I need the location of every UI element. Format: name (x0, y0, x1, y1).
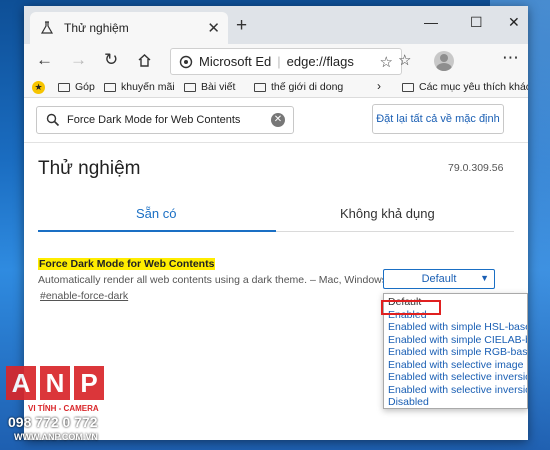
watermark-website: WWW.ANP.COM.VN (14, 432, 98, 442)
address-url: edge://flags (286, 54, 354, 69)
bookmark-star-icon: ★ (32, 81, 45, 94)
search-icon (46, 113, 60, 127)
maximize-button[interactable]: ☐ (470, 14, 483, 31)
favorites-list-icon[interactable]: ☆ (398, 51, 411, 69)
flask-icon (40, 21, 54, 34)
new-tab-button[interactable]: + (236, 15, 247, 37)
flag-state-select[interactable]: Default ▼ (383, 269, 495, 289)
edge-site-icon (179, 55, 193, 68)
profile-avatar[interactable] (434, 51, 454, 71)
window-close-button[interactable]: ✕ (508, 14, 520, 31)
watermark-letter: N (40, 366, 70, 400)
folder-icon (184, 82, 196, 92)
other-favorites[interactable]: Các mục yêu thích khác (402, 81, 528, 93)
watermark-letter: P (74, 366, 104, 400)
folder-icon (58, 82, 70, 92)
option-hsl[interactable]: Enabled with simple HSL-based inversion (388, 321, 527, 333)
minimize-button[interactable]: — (424, 14, 438, 30)
browser-tab[interactable]: Thử nghiệm ✕ (30, 12, 228, 44)
select-value: Default (421, 273, 457, 285)
page-title: Thử nghiệm (38, 158, 141, 179)
anp-watermark-logo: A N P VI TÍNH - CAMERA 098 772 0 772 WWW… (6, 366, 110, 446)
folder-icon (254, 82, 266, 92)
folder-icon (104, 82, 116, 92)
chevron-down-icon: ▼ (480, 273, 489, 283)
reset-all-button[interactable]: Đặt lại tất cả về mặc định (372, 104, 504, 134)
bookmark-item[interactable]: khuyến mãi (104, 81, 175, 93)
bookmark-item[interactable]: thế giới di dong (254, 81, 343, 93)
watermark-letter: A (6, 366, 36, 400)
flag-title: Force Dark Mode for Web Contents (38, 258, 216, 270)
option-everything-inversion[interactable]: Enabled with selective inversion of ever… (388, 384, 527, 396)
forward-arrow-icon[interactable]: → (70, 50, 87, 70)
address-site-label: Microsoft Ed (199, 54, 272, 69)
bookmark-star-item[interactable]: ★ (32, 81, 45, 94)
tab-unavailable[interactable]: Không khả dụng (340, 206, 435, 221)
navigation-bar: ← → ↻ Microsoft Ed | edge://flags ☆ ☆ ⋯ (24, 44, 528, 78)
option-image-inversion[interactable]: Enabled with selective image inversion (388, 359, 527, 371)
tab-close-icon[interactable]: ✕ (207, 19, 220, 37)
more-menu-icon[interactable]: ⋯ (502, 48, 519, 68)
option-non-image-inversion[interactable]: Enabled with selective inversion of non-… (388, 371, 527, 383)
folder-icon (402, 82, 414, 92)
flag-description: Automatically render all web contents us… (38, 274, 387, 286)
address-bar[interactable]: Microsoft Ed | edge://flags ☆ (170, 48, 402, 75)
clear-search-icon[interactable]: ✕ (271, 113, 285, 127)
favorites-bar: ★ Góp khuyến mãi Bài viết thế giới di do… (24, 78, 528, 98)
flags-tabs: Sẵn có Không khả dụng (38, 198, 514, 232)
tab-title: Thử nghiệm (64, 21, 129, 35)
active-tab-indicator (38, 230, 276, 232)
watermark-phone: 098 772 0 772 (8, 414, 98, 430)
refresh-icon[interactable]: ↻ (104, 50, 118, 70)
annotation-highlight-box (381, 300, 441, 315)
tab-available[interactable]: Sẵn có (136, 206, 176, 221)
watermark-tagline: VI TÍNH - CAMERA (28, 404, 99, 413)
favorite-star-icon[interactable]: ☆ (380, 53, 393, 71)
title-bar: Thử nghiệm ✕ + — ☐ ✕ (24, 6, 528, 44)
bookmark-item[interactable]: Góp (58, 81, 95, 93)
search-value: Force Dark Mode for Web Contents (67, 114, 241, 126)
address-separator: | (277, 54, 281, 69)
flag-anchor-link[interactable]: #enable-force-dark (40, 290, 128, 302)
bookmarks-overflow-chevron[interactable]: › (377, 79, 381, 93)
bookmark-item[interactable]: Bài viết (184, 81, 235, 93)
option-rgb[interactable]: Enabled with simple RGB-based inversion (388, 346, 527, 358)
back-arrow-icon[interactable]: ← (36, 50, 53, 70)
header-divider (24, 142, 528, 143)
version-label: 79.0.309.56 (448, 162, 504, 174)
flags-search-input[interactable]: Force Dark Mode for Web Contents ✕ (36, 106, 294, 134)
option-cielab[interactable]: Enabled with simple CIELAB-based inversi… (388, 334, 527, 346)
home-icon[interactable] (137, 53, 152, 68)
option-disabled[interactable]: Disabled (388, 396, 429, 408)
